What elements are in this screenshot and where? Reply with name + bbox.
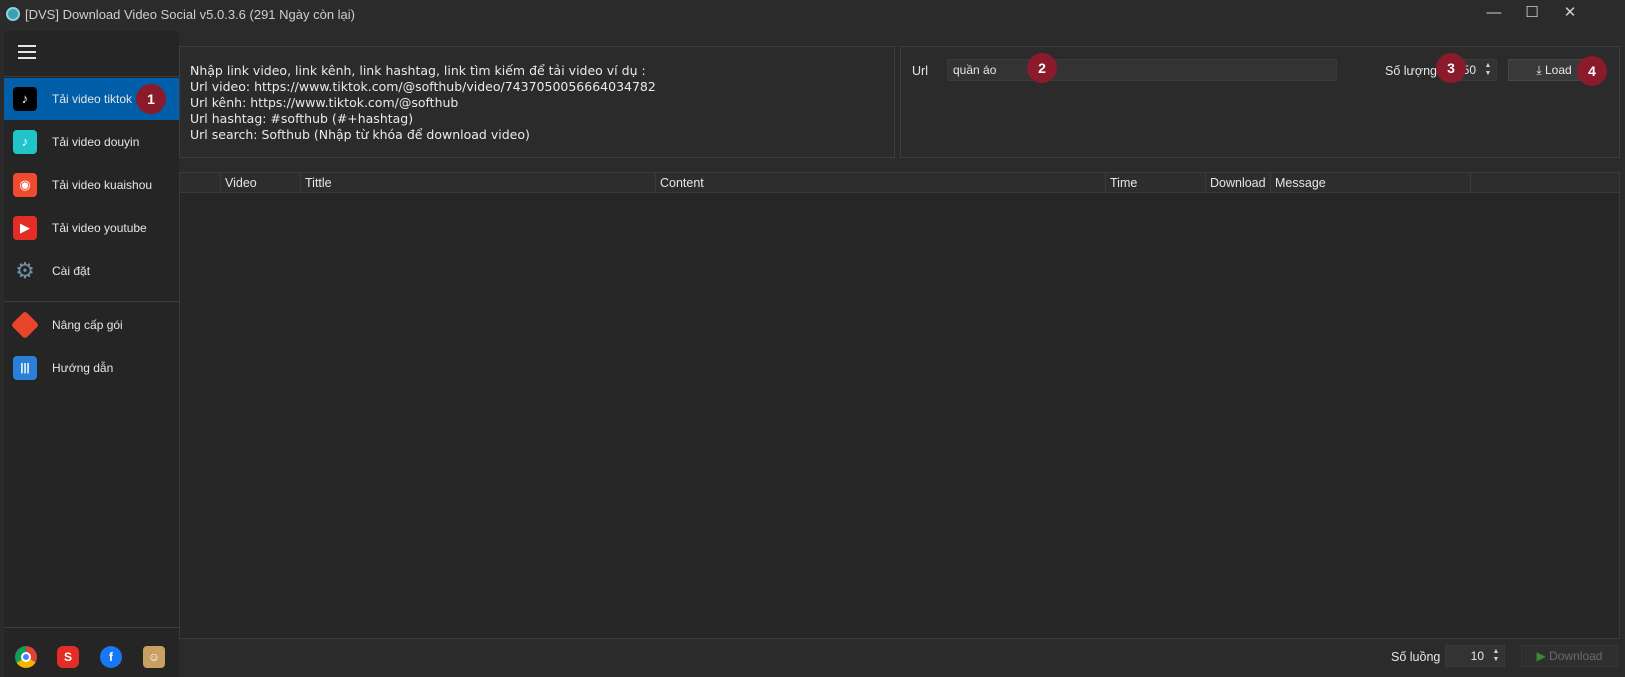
instruction-line: Url hashtag: #softhub (#+hashtag)	[190, 111, 414, 126]
column-header-empty	[1470, 173, 1619, 193]
instruction-line: Nhập link video, link kênh, link hashtag…	[190, 63, 646, 78]
step-badge-1: 1	[136, 84, 166, 114]
download-button[interactable]: ▶ Download	[1521, 645, 1618, 667]
sidebar-item-kuaishou[interactable]: ◉ Tải video kuaishou	[4, 164, 179, 206]
app-logo-icon	[6, 7, 20, 21]
kuaishou-icon: ◉	[13, 173, 37, 197]
step-badge-3: 3	[1436, 53, 1466, 83]
column-header-content[interactable]: Content	[655, 173, 1105, 193]
sidebar-item-label: Cài đặt	[52, 264, 91, 278]
sidebar-item-label: Nâng cấp gói	[52, 318, 123, 332]
tag-icon	[10, 310, 40, 340]
thread-count-value: 10	[1470, 649, 1484, 663]
sidebar-item-youtube[interactable]: ▶ Tải video youtube	[4, 207, 179, 249]
sidebar-item-label: Tải video tiktok	[52, 92, 133, 106]
thread-count-label: Số luồng	[1391, 650, 1441, 664]
load-button-label: Load	[1544, 63, 1572, 77]
column-header-message[interactable]: Message	[1270, 173, 1470, 193]
close-button[interactable]: ✕	[1555, 3, 1585, 25]
download-button-label: Download	[1549, 649, 1603, 663]
tiktok-icon: ♪	[13, 87, 37, 111]
quantity-label: Số lượng	[1385, 64, 1438, 78]
instructions-text: Nhập link video, link kênh, link hashtag…	[190, 63, 656, 143]
bottom-bar: Số luồng 10 ▲ ▼ ▶ Download	[179, 640, 1620, 677]
url-label: Url	[912, 64, 928, 78]
url-input[interactable]: quần áo	[947, 59, 1337, 81]
instruction-line: Url video: https://www.tiktok.com/@softh…	[190, 79, 656, 94]
youtube-icon: ▶	[13, 216, 37, 240]
column-header-time[interactable]: Time	[1105, 173, 1205, 193]
sidebar: ♪ Tải video tiktok ♪ Tải video douyin ◉ …	[4, 31, 179, 677]
sidebar-divider	[4, 76, 179, 77]
sidebar-item-label: Tải video youtube	[52, 221, 147, 235]
stepper-arrows-icon[interactable]: ▲ ▼	[1483, 62, 1493, 78]
column-header-title[interactable]: Tittle	[300, 173, 655, 193]
download-arrow-icon: ⤓	[1536, 63, 1542, 77]
youtube-shorts-icon[interactable]: S	[57, 646, 79, 668]
minimize-button[interactable]: —	[1479, 3, 1509, 25]
video-table[interactable]: Video Tittle Content Time Download Messa…	[179, 172, 1620, 639]
thread-count-stepper[interactable]: 10 ▲ ▼	[1445, 645, 1505, 667]
guide-icon: |||	[13, 356, 37, 380]
instruction-line: Url search: Softhub (Nhập từ khóa để dow…	[190, 127, 530, 142]
douyin-icon: ♪	[13, 130, 37, 154]
step-badge-2: 2	[1027, 53, 1057, 83]
hamburger-menu-icon[interactable]	[18, 45, 36, 59]
title-bar: [DVS] Download Video Social v5.0.3.6 (29…	[0, 0, 1625, 29]
form-panel: Url quần áo Số lượng 50 ▲ ▼ ⤓ Load	[900, 46, 1620, 158]
column-header-download[interactable]: Download	[1205, 173, 1270, 193]
maximize-button[interactable]: ☐	[1517, 3, 1547, 25]
instruction-line: Url kênh: https://www.tiktok.com/@softhu…	[190, 95, 459, 110]
sidebar-item-settings[interactable]: ⚙ Cài đặt	[4, 250, 179, 292]
facebook-icon[interactable]: f	[100, 646, 122, 668]
sidebar-footer: S f ☺	[4, 641, 179, 677]
window-title: [DVS] Download Video Social v5.0.3.6 (29…	[25, 7, 356, 22]
sidebar-item-douyin[interactable]: ♪ Tải video douyin	[4, 121, 179, 163]
sidebar-divider	[4, 301, 179, 302]
gear-icon: ⚙	[15, 258, 35, 283]
column-header-video[interactable]: Video	[220, 173, 300, 193]
play-icon: ▶	[1536, 649, 1546, 663]
sidebar-item-guide[interactable]: ||| Hướng dẫn	[4, 347, 179, 389]
table-header: Video Tittle Content Time Download Messa…	[180, 173, 1619, 193]
sidebar-item-label: Hướng dẫn	[52, 361, 114, 375]
stepper-arrows-icon[interactable]: ▲ ▼	[1491, 648, 1501, 664]
info-panel: Nhập link video, link kênh, link hashtag…	[179, 46, 895, 158]
step-badge-4: 4	[1577, 56, 1607, 86]
support-agent-icon[interactable]: ☺	[143, 646, 165, 668]
chrome-icon[interactable]	[15, 646, 37, 668]
sidebar-divider	[4, 627, 179, 628]
sidebar-item-upgrade[interactable]: Nâng cấp gói	[4, 304, 179, 346]
sidebar-item-label: Tải video kuaishou	[52, 178, 153, 192]
sidebar-item-label: Tải video douyin	[52, 135, 140, 149]
